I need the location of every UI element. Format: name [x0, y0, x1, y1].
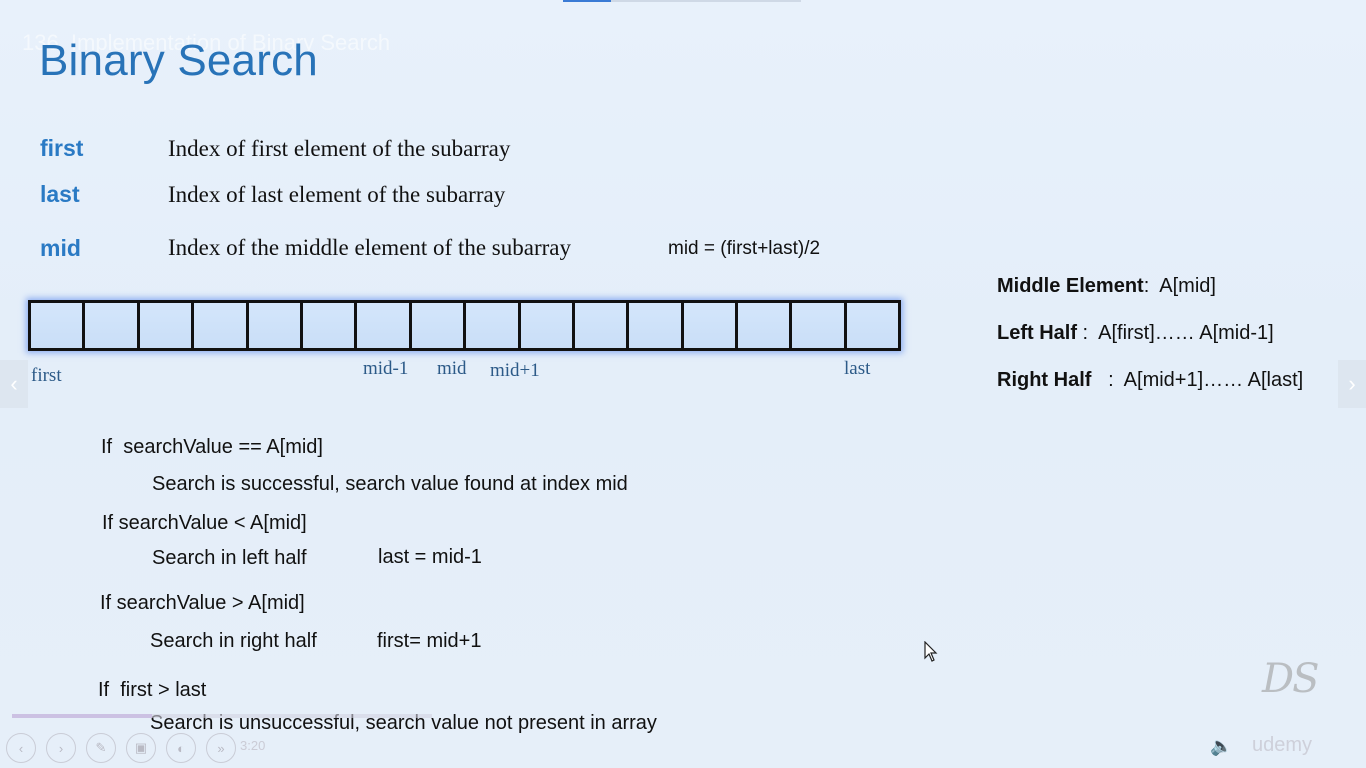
- array-cell: [299, 300, 358, 351]
- next-slide-button[interactable]: ›: [1338, 360, 1366, 408]
- slide-title: Binary Search: [39, 36, 318, 85]
- index-label-last: last: [844, 358, 871, 379]
- array-cell: [463, 300, 521, 351]
- mouse-cursor-icon: [924, 641, 938, 662]
- array-cell: [843, 300, 902, 351]
- info-left-half: Left Half : A[first]…… A[mid-1]: [997, 322, 1274, 345]
- top-progress-track: [611, 0, 801, 2]
- condition-unsuccessful: If first > last: [98, 679, 207, 701]
- speed-icon: ◐: [177, 740, 185, 756]
- term-first: first: [40, 135, 84, 161]
- forward-icon: »: [217, 740, 225, 756]
- array-cell: [680, 300, 739, 351]
- array-cell: [191, 300, 249, 351]
- array-cell: [571, 300, 630, 351]
- index-label-mid: mid: [437, 358, 467, 379]
- bookmark-icon: ▣: [134, 740, 148, 755]
- term-last: last: [40, 181, 80, 207]
- assign-less: last = mid-1: [378, 546, 482, 568]
- forward-button[interactable]: »: [206, 733, 236, 763]
- array-cell: [136, 300, 195, 351]
- chevron-left-icon: ‹: [10, 371, 18, 396]
- term-mid: mid: [40, 235, 81, 261]
- index-label-mid-plus-1: mid+1: [490, 360, 540, 381]
- array-cell: [517, 300, 575, 351]
- top-progress-fill: [563, 0, 611, 2]
- info-middle-element: Middle Element: A[mid]: [997, 275, 1216, 298]
- info-right-value: : A[mid+1]…… A[last]: [1091, 369, 1304, 391]
- array-cell: [354, 300, 412, 351]
- info-middle-value: : A[mid]: [1143, 275, 1216, 297]
- condition-equal: If searchValue == A[mid]: [101, 436, 323, 458]
- mid-formula: mid = (first+last)/2: [668, 238, 821, 259]
- player-controls: [0, 728, 1366, 768]
- rewind-button[interactable]: ‹: [6, 733, 36, 763]
- definition-mid: Index of the middle element of the subar…: [168, 235, 571, 260]
- chevron-right-icon: ›: [1348, 371, 1356, 396]
- play-button[interactable]: ›: [46, 733, 76, 763]
- index-label-mid-minus-1: mid-1: [363, 358, 409, 379]
- array-cell: [245, 300, 303, 351]
- result-greater: Search in right half: [150, 630, 317, 652]
- definition-last: Index of last element of the subarray: [168, 182, 506, 207]
- seek-bar-fill: [12, 714, 152, 718]
- condition-less: If searchValue < A[mid]: [102, 512, 307, 534]
- info-right-half: Right Half : A[mid+1]…… A[last]: [997, 369, 1303, 392]
- info-left-label: Left Half: [997, 322, 1077, 344]
- array-cell: [408, 300, 467, 351]
- array-diagram: [28, 300, 902, 351]
- ds-logo: DS: [1262, 656, 1320, 702]
- brand-logo: udemy: [1252, 734, 1313, 756]
- info-middle-label: Middle Element: [997, 275, 1144, 297]
- bookmark-button[interactable]: ▣: [126, 733, 156, 763]
- speed-button[interactable]: ◐: [166, 733, 196, 763]
- array-cell: [28, 300, 86, 351]
- array-cell: [735, 300, 793, 351]
- array-cell: [789, 300, 847, 351]
- condition-greater: If searchValue > A[mid]: [100, 592, 305, 614]
- definition-first: Index of first element of the subarray: [168, 136, 511, 161]
- index-label-first: first: [31, 365, 62, 386]
- volume-icon[interactable]: 🔈: [1210, 736, 1232, 757]
- info-right-label: Right Half: [997, 369, 1092, 391]
- previous-slide-button[interactable]: ‹: [0, 360, 28, 408]
- result-less: Search in left half: [152, 547, 307, 569]
- prev-icon: ‹: [18, 740, 24, 756]
- info-left-value: : A[first]…… A[mid-1]: [1077, 322, 1274, 344]
- array-cell: [82, 300, 140, 351]
- array-cell: [626, 300, 684, 351]
- note-button[interactable]: ✎: [86, 733, 116, 763]
- time-display: 3:20: [240, 738, 266, 753]
- play-icon: ›: [58, 740, 64, 756]
- assign-greater: first= mid+1: [377, 630, 482, 652]
- pencil-icon: ✎: [95, 740, 107, 755]
- result-equal: Search is successful, search value found…: [152, 473, 628, 495]
